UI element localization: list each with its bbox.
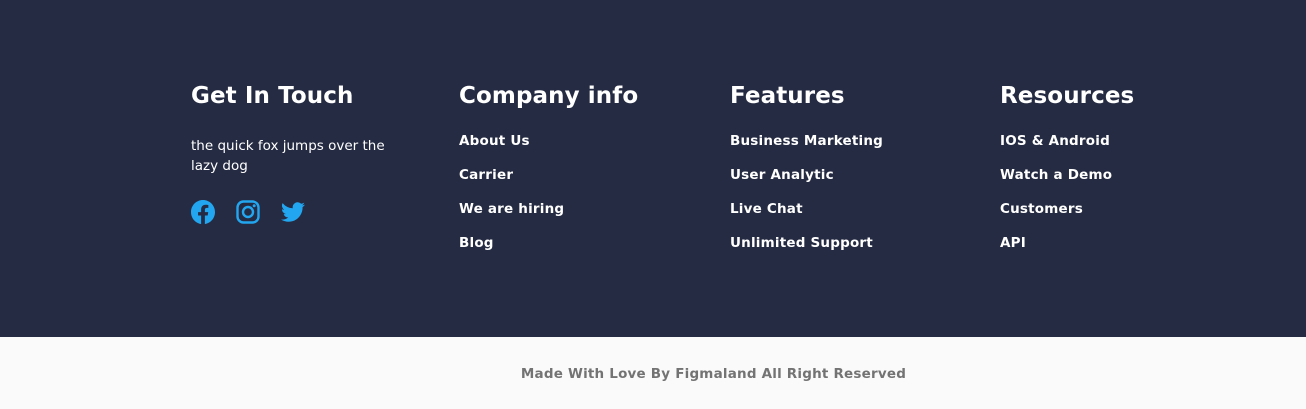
watch-a-demo-link[interactable]: Watch a Demo: [1000, 166, 1112, 184]
resources-links: IOS & Android Watch a Demo Customers API: [1000, 132, 1134, 268]
facebook-icon[interactable]: [191, 200, 215, 224]
we-are-hiring-link[interactable]: We are hiring: [459, 200, 564, 218]
resources-column: Resources IOS & Android Watch a Demo Cus…: [1000, 80, 1134, 268]
get-in-touch-description: the quick fox jumps over the lazy dog: [191, 138, 385, 174]
footer-main: Get In Touch the quick fox jumps over th…: [0, 0, 1306, 337]
user-analytic-link[interactable]: User Analytic: [730, 166, 834, 184]
company-info-column: Company info About Us Carrier We are hir…: [459, 80, 638, 268]
features-column: Features Business Marketing User Analyti…: [730, 80, 883, 268]
twitter-icon[interactable]: [281, 200, 305, 224]
footer-bottom-bar: Made With Love By Figmaland All Right Re…: [0, 337, 1306, 409]
company-info-title: Company info: [459, 83, 639, 109]
live-chat-link[interactable]: Live Chat: [730, 200, 803, 218]
copyright-text: Made With Love By Figmaland All Right Re…: [520, 366, 907, 382]
link-item: About Us: [459, 132, 638, 166]
link-item: User Analytic: [730, 166, 883, 200]
facebook-link[interactable]: [191, 200, 215, 224]
features-links: Business Marketing User Analytic Live Ch…: [730, 132, 883, 268]
company-info-links: About Us Carrier We are hiring Blog: [459, 132, 638, 268]
link-item: Unlimited Support: [730, 234, 883, 268]
carrier-link[interactable]: Carrier: [459, 166, 513, 184]
link-item: Business Marketing: [730, 132, 883, 166]
get-in-touch-title: Get In Touch: [191, 83, 354, 109]
api-link[interactable]: API: [1000, 234, 1026, 252]
blog-link[interactable]: Blog: [459, 234, 494, 252]
resources-title: Resources: [1000, 83, 1135, 109]
about-us-link[interactable]: About Us: [459, 132, 530, 150]
features-title: Features: [730, 83, 845, 109]
link-item: Watch a Demo: [1000, 166, 1134, 200]
link-item: IOS & Android: [1000, 132, 1134, 166]
link-item: Blog: [459, 234, 638, 268]
business-marketing-link[interactable]: Business Marketing: [730, 132, 883, 150]
link-item: We are hiring: [459, 200, 638, 234]
get-in-touch-column: Get In Touch the quick fox jumps over th…: [191, 80, 416, 224]
social-links: [191, 200, 416, 224]
instagram-icon[interactable]: [236, 200, 260, 224]
link-item: API: [1000, 234, 1134, 268]
twitter-link[interactable]: [281, 200, 305, 224]
link-item: Customers: [1000, 200, 1134, 234]
instagram-link[interactable]: [236, 200, 260, 224]
link-item: Carrier: [459, 166, 638, 200]
link-item: Live Chat: [730, 200, 883, 234]
customers-link[interactable]: Customers: [1000, 200, 1083, 218]
unlimited-support-link[interactable]: Unlimited Support: [730, 234, 873, 252]
ios-android-link[interactable]: IOS & Android: [1000, 132, 1110, 150]
